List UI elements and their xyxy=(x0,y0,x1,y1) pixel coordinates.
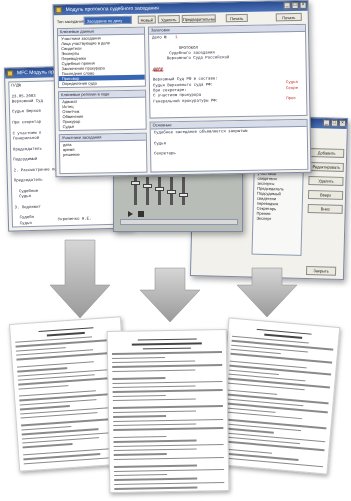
document-text-line xyxy=(112,385,196,389)
arrow-middle xyxy=(139,267,201,323)
document-text-line xyxy=(225,411,303,420)
slider-knob[interactable] xyxy=(179,193,188,197)
document-text-line xyxy=(16,360,94,368)
edit-button[interactable]: Редактировать xyxy=(308,162,344,172)
volume-slider[interactable] xyxy=(143,177,152,205)
document-text-line xyxy=(113,464,197,468)
printed-document-middle xyxy=(106,328,230,494)
minimize-icon[interactable]: _ xyxy=(283,2,291,10)
secretary-field[interactable]: Секре xyxy=(286,87,298,93)
delete-button[interactable]: Удалить xyxy=(308,176,344,186)
close-icon[interactable]: × xyxy=(299,1,307,9)
document-text-line xyxy=(112,364,223,368)
document-title xyxy=(137,338,197,341)
maximize-icon[interactable]: □ xyxy=(291,1,299,10)
date-field[interactable]: дата xyxy=(154,67,164,72)
document-text-line xyxy=(113,415,167,418)
document-text-line xyxy=(112,405,223,409)
document-text-line xyxy=(114,477,197,481)
document-text-line xyxy=(114,473,168,477)
document-text-line xyxy=(18,384,68,390)
document-text-line xyxy=(112,380,223,384)
protocol-text-editor[interactable]: Заголовок Дело № ПРОТОКОЛ Судебного засе… xyxy=(147,23,308,119)
document-text-line xyxy=(113,418,224,422)
document-text-line xyxy=(113,427,224,431)
document-text-line xyxy=(113,439,197,443)
judge-field[interactable]: Судья xyxy=(286,81,298,87)
slider-knob[interactable] xyxy=(131,181,140,185)
document-text-line xyxy=(112,360,195,364)
up-button[interactable]: Вверх xyxy=(307,190,344,200)
maximize-icon[interactable]: □ xyxy=(330,119,339,127)
prosecutor-field[interactable]: Прок xyxy=(286,97,296,102)
new-button[interactable]: Новый xyxy=(137,15,156,24)
app-icon xyxy=(55,7,62,14)
delete-session-button[interactable]: Удалить xyxy=(157,15,180,24)
play-icon[interactable] xyxy=(128,211,133,217)
document-text-line xyxy=(113,448,197,452)
closing-text: Судебное заседание объявляется закрытым … xyxy=(153,129,248,157)
document-text-line xyxy=(112,356,166,359)
print-button[interactable]: Печать xyxy=(225,13,248,23)
document-text-line xyxy=(112,389,223,393)
printed-document-right xyxy=(215,317,341,475)
document-text-line xyxy=(112,377,166,380)
session-type-label: Тип заседания xyxy=(56,18,85,25)
volume-slider[interactable] xyxy=(179,177,188,205)
arrow-left xyxy=(49,239,111,319)
document-text-line xyxy=(113,456,224,461)
scene: _□× датавремясудебное заседаниеСудебноеД… xyxy=(0,0,351,501)
key-data-tree[interactable]: Ключевые данные Участники заседания Лица … xyxy=(56,26,146,89)
preview-button[interactable]: Предварительный xyxy=(181,14,216,23)
closing-text-editor[interactable]: Основные Судебное заседание объявляется … xyxy=(149,118,309,173)
stop-icon[interactable] xyxy=(138,211,144,217)
main-window-titlebar: Модуль протокола судебного заседания _ □ × xyxy=(53,0,308,16)
volume-slider[interactable] xyxy=(131,177,140,205)
document-text-line xyxy=(22,443,73,449)
slider-knob[interactable] xyxy=(167,190,176,194)
main-window-title: Модуль протокола судебного заседания xyxy=(65,5,159,14)
document-text-line xyxy=(112,369,195,373)
close-button[interactable]: Закрыть xyxy=(305,265,337,276)
down-button[interactable]: Вниз xyxy=(307,204,343,214)
volume-slider[interactable] xyxy=(167,177,176,205)
document-text-line xyxy=(111,351,222,355)
document-text-line xyxy=(114,468,225,472)
case-number-field[interactable]: 1 xyxy=(175,36,177,41)
document-text-line xyxy=(113,453,167,456)
document-text-line xyxy=(113,410,196,414)
protocol-text: Дело № ПРОТОКОЛ Судебного заседания Верх… xyxy=(152,36,230,105)
document-text-line xyxy=(114,481,225,486)
main-window: Модуль протокола судебного заседания _ □ ×… xyxy=(52,0,312,178)
remark-item[interactable]: Судья xyxy=(60,123,146,130)
signature-text: Укрепенко Н.Е. xyxy=(57,217,92,223)
document-text-line xyxy=(112,394,166,398)
session-type-select[interactable]: Заседание по делу xyxy=(83,15,132,25)
session-type-value: Заседание по делу xyxy=(86,18,123,24)
document-text-line xyxy=(113,423,196,427)
minimize-icon[interactable]: _ xyxy=(322,119,331,127)
document-text-line xyxy=(112,398,196,402)
document-text-line xyxy=(221,456,324,468)
volume-slider[interactable] xyxy=(155,177,164,205)
document-text-line xyxy=(113,443,224,447)
document-text-line xyxy=(114,486,197,490)
right-list-item[interactable]: Эксперт xyxy=(253,216,301,222)
add-button[interactable]: Добавить xyxy=(309,148,345,158)
app-icon xyxy=(6,70,14,77)
close-icon[interactable]: × xyxy=(338,119,347,127)
slider-knob[interactable] xyxy=(143,184,152,188)
slider-knob[interactable] xyxy=(155,187,164,191)
participant-item[interactable]: решение xyxy=(60,151,146,158)
tree-item[interactable]: Представители xyxy=(59,85,145,89)
print-all-button[interactable]: Печать xyxy=(275,12,302,22)
document-text-line xyxy=(113,435,167,439)
participants-list[interactable]: Участники заседания дата время решение xyxy=(58,132,148,175)
remarks-list[interactable]: Ключевые реплики в ходе Адвокат Истец Отве… xyxy=(58,89,147,132)
seek-bar[interactable] xyxy=(120,219,238,225)
